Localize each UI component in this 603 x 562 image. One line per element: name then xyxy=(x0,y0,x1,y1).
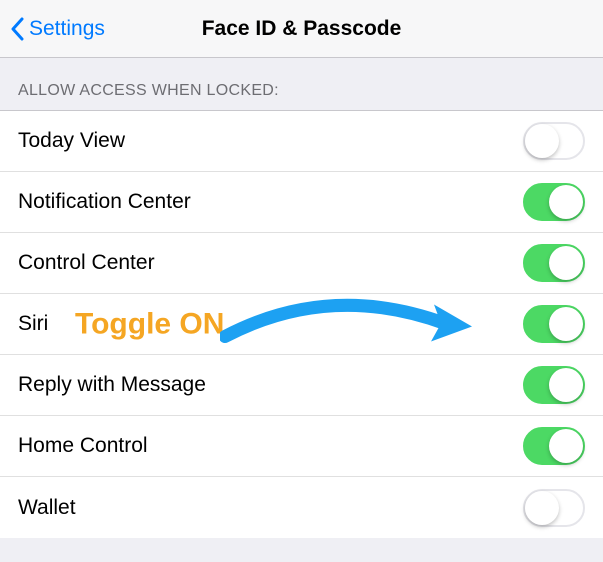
toggle-knob xyxy=(549,307,583,341)
row-label: Reply with Message xyxy=(18,373,206,397)
row-home-control: Home Control xyxy=(0,416,603,477)
toggle-today-view[interactable] xyxy=(523,122,585,160)
toggle-home-control[interactable] xyxy=(523,427,585,465)
navigation-bar: Settings Face ID & Passcode xyxy=(0,0,603,58)
toggle-knob xyxy=(549,185,583,219)
row-today-view: Today View xyxy=(0,111,603,172)
row-notification-center: Notification Center xyxy=(0,172,603,233)
row-control-center: Control Center xyxy=(0,233,603,294)
row-label: Notification Center xyxy=(18,190,191,214)
back-button[interactable]: Settings xyxy=(0,17,105,41)
toggle-knob xyxy=(525,491,559,525)
toggle-knob xyxy=(549,368,583,402)
row-reply-with-message: Reply with Message xyxy=(0,355,603,416)
annotation-text: Toggle ON xyxy=(75,307,224,341)
section-header: ALLOW ACCESS WHEN LOCKED: xyxy=(0,58,603,110)
arrow-right-icon xyxy=(220,292,475,357)
row-label: Siri xyxy=(18,312,48,336)
toggle-knob xyxy=(549,429,583,463)
row-label: Control Center xyxy=(18,251,155,275)
back-label: Settings xyxy=(29,17,105,41)
row-label: Home Control xyxy=(18,434,148,458)
row-siri: Siri Toggle ON xyxy=(0,294,603,355)
row-label: Today View xyxy=(18,129,125,153)
toggle-notification-center[interactable] xyxy=(523,183,585,221)
toggle-control-center[interactable] xyxy=(523,244,585,282)
settings-list: Today View Notification Center Control C… xyxy=(0,110,603,538)
toggle-wallet[interactable] xyxy=(523,489,585,527)
toggle-reply-with-message[interactable] xyxy=(523,366,585,404)
annotation-toggle-on: Toggle ON xyxy=(75,292,475,357)
toggle-siri[interactable] xyxy=(523,305,585,343)
row-label: Wallet xyxy=(18,496,76,520)
toggle-knob xyxy=(549,246,583,280)
chevron-left-icon xyxy=(10,17,24,41)
toggle-knob xyxy=(525,124,559,158)
page-title: Face ID & Passcode xyxy=(202,17,402,41)
row-wallet: Wallet xyxy=(0,477,603,538)
